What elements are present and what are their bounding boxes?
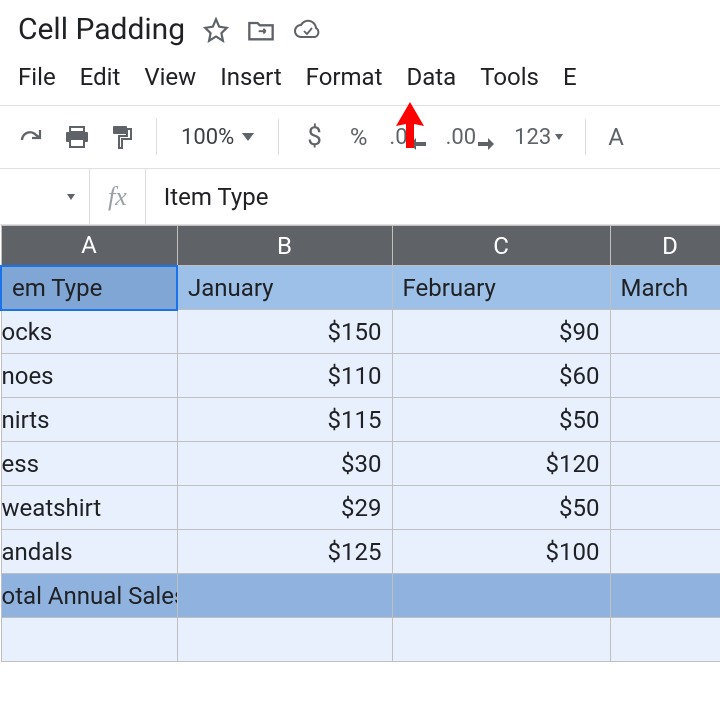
- cell[interactable]: [610, 310, 720, 354]
- cell[interactable]: $110: [177, 354, 392, 398]
- menu-bar: File Edit View Insert Format Data Tools …: [0, 53, 720, 105]
- increase-decimal-button[interactable]: .00: [438, 118, 503, 156]
- decrease-decimal-button[interactable]: .0: [381, 118, 433, 156]
- title-bar: Cell Padding: [0, 0, 720, 53]
- cell[interactable]: nirts: [1, 398, 177, 442]
- paint-format-icon[interactable]: [102, 118, 142, 156]
- cell[interactable]: $100: [392, 530, 610, 574]
- cell-A1-selected[interactable]: em Type: [1, 266, 177, 310]
- cell[interactable]: $29: [177, 486, 392, 530]
- cell[interactable]: $115: [177, 398, 392, 442]
- cloud-saved-icon[interactable]: [293, 19, 323, 41]
- table-row: weatshirt $29 $50: [1, 486, 720, 530]
- cell[interactable]: [392, 618, 610, 662]
- table-row: andals $125 $100: [1, 530, 720, 574]
- menu-insert[interactable]: Insert: [220, 63, 281, 91]
- menu-data[interactable]: Data: [406, 63, 456, 91]
- table-header-row: em Type January February March: [1, 266, 720, 310]
- separator: [585, 119, 586, 155]
- column-header-D[interactable]: D: [610, 226, 720, 266]
- fx-label: fx: [90, 169, 146, 224]
- menu-view[interactable]: View: [144, 63, 196, 91]
- cell[interactable]: ocks: [1, 310, 177, 354]
- cell[interactable]: weatshirt: [1, 486, 177, 530]
- number-format-dropdown[interactable]: 123: [506, 119, 571, 156]
- column-header-A[interactable]: A: [1, 226, 177, 266]
- percent-button[interactable]: %: [340, 123, 378, 151]
- total-row: otal Annual Sales: [1, 574, 720, 618]
- menu-file[interactable]: File: [18, 63, 56, 91]
- cell[interactable]: $125: [177, 530, 392, 574]
- cell[interactable]: $150: [177, 310, 392, 354]
- cell[interactable]: [610, 618, 720, 662]
- name-box[interactable]: [0, 169, 90, 224]
- cell[interactable]: [610, 398, 720, 442]
- cell[interactable]: [610, 354, 720, 398]
- toolbar: 100% $ % .0 .00 123 A: [0, 105, 720, 169]
- cell[interactable]: [177, 618, 392, 662]
- cell[interactable]: $50: [392, 398, 610, 442]
- chevron-down-icon: [242, 133, 254, 141]
- move-folder-icon[interactable]: [247, 18, 275, 42]
- cell[interactable]: [610, 442, 720, 486]
- cell[interactable]: $120: [392, 442, 610, 486]
- document-title[interactable]: Cell Padding: [18, 12, 185, 47]
- star-icon[interactable]: [203, 17, 229, 43]
- column-header-C[interactable]: C: [392, 226, 610, 266]
- column-header-row: A B C D: [1, 226, 720, 266]
- cell[interactable]: February: [392, 266, 610, 310]
- cell[interactable]: March: [610, 266, 720, 310]
- cell[interactable]: andals: [1, 530, 177, 574]
- table-row: nirts $115 $50: [1, 398, 720, 442]
- formula-bar: fx Item Type: [0, 169, 720, 225]
- total-label-cell[interactable]: otal Annual Sales: [1, 574, 177, 618]
- cell[interactable]: $50: [392, 486, 610, 530]
- zoom-dropdown[interactable]: 100%: [171, 125, 264, 150]
- cell[interactable]: [610, 574, 720, 618]
- menu-format[interactable]: Format: [306, 63, 383, 91]
- column-header-B[interactable]: B: [177, 226, 392, 266]
- cell[interactable]: noes: [1, 354, 177, 398]
- zoom-value: 100%: [181, 125, 234, 150]
- chevron-down-icon: [67, 194, 75, 200]
- spreadsheet-grid[interactable]: A B C D em Type January February March o…: [0, 225, 720, 662]
- currency-button[interactable]: $: [293, 122, 336, 152]
- menu-edit[interactable]: Edit: [80, 63, 121, 91]
- cell[interactable]: $90: [392, 310, 610, 354]
- font-dropdown[interactable]: A: [600, 117, 632, 157]
- separator: [156, 119, 157, 155]
- chevron-down-icon: [555, 134, 563, 140]
- separator: [278, 119, 279, 155]
- table-row: ess $30 $120: [1, 442, 720, 486]
- cell[interactable]: January: [177, 266, 392, 310]
- cell[interactable]: [392, 574, 610, 618]
- menu-extensions[interactable]: E: [563, 63, 577, 91]
- cell[interactable]: $30: [177, 442, 392, 486]
- table-row: [1, 618, 720, 662]
- table-row: ocks $150 $90: [1, 310, 720, 354]
- cell[interactable]: ess: [1, 442, 177, 486]
- formula-input[interactable]: Item Type: [146, 183, 269, 211]
- cell[interactable]: [610, 530, 720, 574]
- cell[interactable]: [610, 486, 720, 530]
- cell[interactable]: [177, 574, 392, 618]
- table-row: noes $110 $60: [1, 354, 720, 398]
- menu-tools[interactable]: Tools: [480, 63, 539, 91]
- redo-icon[interactable]: [10, 120, 52, 154]
- print-icon[interactable]: [56, 119, 98, 155]
- cell[interactable]: [1, 618, 177, 662]
- cell[interactable]: $60: [392, 354, 610, 398]
